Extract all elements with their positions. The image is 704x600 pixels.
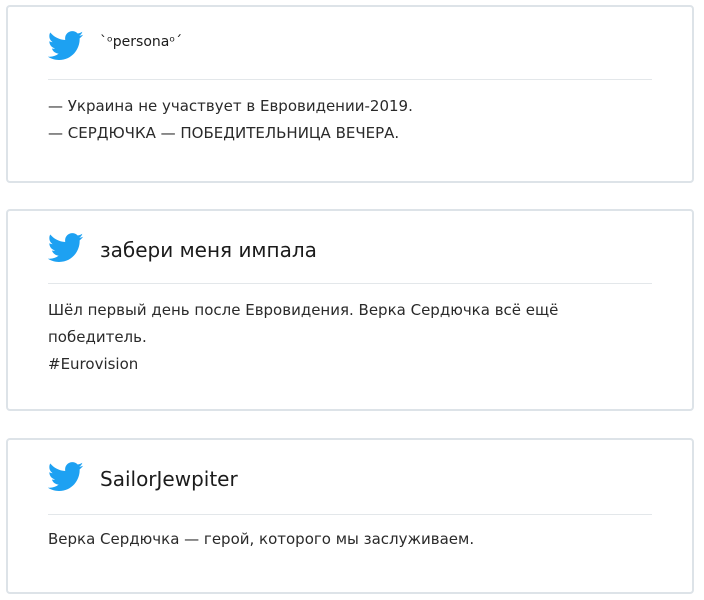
tweet-text: Верка Сердючка — герой, которого мы засл… bbox=[48, 530, 475, 548]
tweet-header: SailorJewpiter bbox=[48, 440, 652, 515]
tweet-author[interactable]: забери меня импала bbox=[100, 235, 317, 265]
tweet-header: забери меня импала bbox=[48, 211, 652, 284]
tweet-author[interactable]: SailorJewpiter bbox=[100, 464, 238, 494]
tweet-text: — Украина не участвует в Евровидении-201… bbox=[48, 97, 413, 142]
tweet-text: Шёл первый день после Евровидения. Верка… bbox=[48, 301, 559, 373]
tweet-card: SailorJewpiter Верка Сердючка — герой, к… bbox=[6, 438, 694, 594]
twitter-bird-icon[interactable] bbox=[48, 462, 84, 492]
twitter-bird-icon[interactable] bbox=[48, 233, 84, 263]
twitter-bird-icon[interactable] bbox=[48, 31, 84, 61]
tweet-card: `ᵒpersonaᵒ´ — Украина не участвует в Евр… bbox=[6, 5, 694, 183]
tweet-header: `ᵒpersonaᵒ´ bbox=[48, 7, 652, 80]
tweet-card: забери меня импала Шёл первый день после… bbox=[6, 209, 694, 411]
tweet-author[interactable]: `ᵒpersonaᵒ´ bbox=[100, 31, 182, 53]
